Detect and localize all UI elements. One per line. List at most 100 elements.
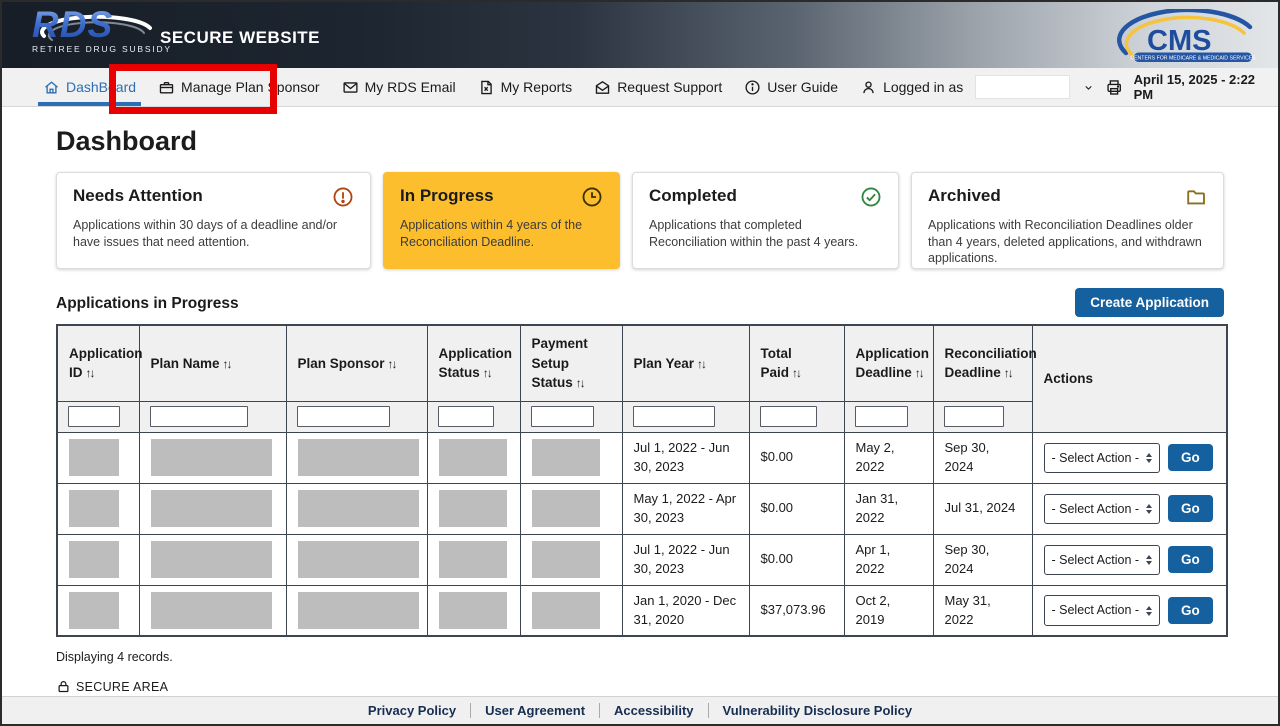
nav-item-request-support[interactable]: Request Support	[583, 68, 733, 106]
person-icon	[860, 79, 877, 96]
col-payment-setup-status[interactable]: Payment Setup Status↑↓	[520, 325, 622, 401]
col-application-deadline[interactable]: Application Deadline↑↓	[844, 325, 933, 401]
redacted-application-id	[69, 439, 119, 476]
total-paid-cell: $0.00	[749, 432, 844, 483]
report-icon	[478, 79, 495, 96]
current-datetime: April 15, 2025 - 2:22 PM	[1134, 72, 1260, 102]
card-description: Applications that completed Reconciliati…	[649, 217, 882, 250]
card-in-progress[interactable]: In Progress Applications within 4 years …	[383, 172, 620, 269]
main-content: Dashboard Needs Attention Applications w…	[2, 107, 1278, 696]
footer-link-accessibility[interactable]: Accessibility	[599, 703, 708, 718]
action-select[interactable]: - Select Action -	[1044, 494, 1161, 524]
logged-in-user-value[interactable]	[975, 75, 1070, 99]
secure-area-label: SECURE AREA	[76, 680, 168, 694]
card-title: Archived	[928, 186, 1001, 206]
col-plan-sponsor[interactable]: Plan Sponsor↑↓	[286, 325, 427, 401]
redacted-plan-name	[151, 541, 272, 578]
filter-application-deadline[interactable]	[855, 406, 908, 427]
table-row: Jan 1, 2020 - Dec 31, 2020 $37,073.96 Oc…	[57, 585, 1227, 636]
filter-plan-name[interactable]	[150, 406, 248, 427]
redacted-application-status	[439, 490, 507, 527]
action-select[interactable]: - Select Action -	[1044, 443, 1161, 473]
card-completed[interactable]: Completed Applications that completed Re…	[632, 172, 899, 269]
filter-application-id[interactable]	[68, 406, 120, 427]
sort-icon[interactable]: ↑↓	[576, 376, 584, 390]
redacted-plan-sponsor	[298, 541, 419, 578]
card-needs-attention[interactable]: Needs Attention Applications within 30 d…	[56, 172, 371, 269]
nav-item-user-guide[interactable]: User Guide	[733, 68, 849, 106]
rds-logo-text: RDS	[32, 4, 162, 46]
footer-link-vulnerability-disclosure[interactable]: Vulnerability Disclosure Policy	[708, 703, 927, 718]
col-application-status[interactable]: Application Status↑↓	[427, 325, 520, 401]
application-deadline-cell: Oct 2, 2019	[844, 585, 933, 636]
nav-item-logged-in-as[interactable]: Logged in as	[849, 68, 1105, 106]
action-select[interactable]: - Select Action -	[1044, 595, 1161, 625]
filter-payment-setup-status[interactable]	[531, 406, 594, 427]
envelope-icon	[342, 79, 359, 96]
col-total-paid[interactable]: Total Paid↑↓	[749, 325, 844, 401]
create-application-button[interactable]: Create Application	[1075, 288, 1224, 317]
redacted-plan-sponsor	[298, 592, 419, 629]
site-header: RDS RETIREE DRUG SUBSIDY SECURE WEBSITE …	[2, 2, 1278, 68]
sort-icon[interactable]: ↑↓	[86, 366, 94, 380]
go-button[interactable]: Go	[1168, 546, 1213, 573]
cms-logo-tagline: CENTERS FOR MEDICARE & MEDICAID SERVICES	[1130, 56, 1256, 62]
reconciliation-deadline-cell: Sep 30, 2024	[933, 534, 1032, 585]
home-icon	[43, 79, 60, 96]
printer-icon[interactable]	[1105, 77, 1123, 98]
filter-plan-year[interactable]	[633, 406, 716, 427]
sort-icon[interactable]: ↑↓	[223, 357, 231, 371]
user-dropdown-caret[interactable]	[1083, 82, 1094, 93]
action-select[interactable]: - Select Action -	[1044, 545, 1161, 575]
nav-item-label: Manage Plan Sponsor	[181, 79, 320, 95]
table-header-row: Applications in Progress Create Applicat…	[56, 288, 1224, 317]
redacted-payment-setup-status	[532, 541, 600, 578]
redacted-plan-name	[151, 439, 272, 476]
reconciliation-deadline-cell: May 31, 2022	[933, 585, 1032, 636]
table-row: Jul 1, 2022 - Jun 30, 2023 $0.00 Apr 1, …	[57, 534, 1227, 585]
app-window: RDS RETIREE DRUG SUBSIDY SECURE WEBSITE …	[0, 0, 1280, 726]
section-heading: Applications in Progress	[56, 295, 239, 317]
go-button[interactable]: Go	[1168, 495, 1213, 522]
plan-year-cell: Jan 1, 2020 - Dec 31, 2020	[622, 585, 749, 636]
col-plan-year[interactable]: Plan Year↑↓	[622, 325, 749, 401]
plan-year-cell: Jul 1, 2022 - Jun 30, 2023	[622, 432, 749, 483]
reconciliation-deadline-cell: Sep 30, 2024	[933, 432, 1032, 483]
filter-total-paid[interactable]	[760, 406, 818, 427]
sort-icon[interactable]: ↑↓	[483, 366, 491, 380]
sort-icon[interactable]: ↑↓	[915, 366, 923, 380]
redacted-application-status	[439, 541, 507, 578]
sort-icon[interactable]: ↑↓	[792, 366, 800, 380]
total-paid-cell: $37,073.96	[749, 585, 844, 636]
filter-reconciliation-deadline[interactable]	[944, 406, 1005, 427]
select-stepper-icon	[1146, 555, 1152, 565]
nav-item-dashboard[interactable]: DashBoard	[32, 68, 147, 106]
sort-icon[interactable]: ↑↓	[1004, 366, 1012, 380]
nav-item-manage-plan-sponsor[interactable]: Manage Plan Sponsor	[147, 68, 331, 106]
nav-item-my-reports[interactable]: My Reports	[467, 68, 584, 106]
card-title: In Progress	[400, 186, 494, 206]
filter-plan-sponsor[interactable]	[297, 406, 391, 427]
sort-icon[interactable]: ↑↓	[388, 357, 396, 371]
filter-application-status[interactable]	[438, 406, 494, 427]
applications-table: Application ID↑↓ Plan Name↑↓ Plan Sponso…	[56, 324, 1228, 637]
col-plan-name[interactable]: Plan Name↑↓	[139, 325, 286, 401]
footer-link-privacy-policy[interactable]: Privacy Policy	[354, 703, 470, 718]
cms-logo-text: CMS	[1147, 25, 1211, 57]
footer-link-user-agreement[interactable]: User Agreement	[470, 703, 599, 718]
go-button[interactable]: Go	[1168, 597, 1213, 624]
card-archived[interactable]: Archived Applications with Reconciliatio…	[911, 172, 1224, 269]
sort-icon[interactable]: ↑↓	[697, 357, 705, 371]
nav-item-my-rds-email[interactable]: My RDS Email	[331, 68, 467, 106]
redacted-plan-name	[151, 592, 272, 629]
redacted-payment-setup-status	[532, 439, 600, 476]
col-application-id[interactable]: Application ID↑↓	[57, 325, 139, 401]
go-button[interactable]: Go	[1168, 444, 1213, 471]
chevron-down-icon	[1083, 82, 1094, 93]
nav-item-label: Logged in as	[883, 79, 963, 95]
col-reconciliation-deadline[interactable]: Reconciliation Deadline↑↓	[933, 325, 1032, 401]
main-navbar: DashBoard Manage Plan Sponsor My RDS Ema…	[2, 68, 1278, 107]
redacted-payment-setup-status	[532, 592, 600, 629]
card-description: Applications within 4 years of the Recon…	[400, 217, 603, 250]
navbar-right-group: April 15, 2025 - 2:22 PM	[1105, 68, 1260, 106]
